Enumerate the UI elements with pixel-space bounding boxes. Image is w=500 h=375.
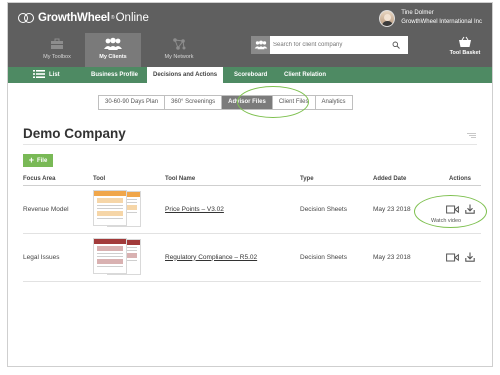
- tool-basket-label: Tool Basket: [449, 50, 481, 56]
- subnav-list[interactable]: List: [33, 67, 60, 83]
- video-camera-icon[interactable]: [445, 253, 459, 262]
- nav-my-network[interactable]: My Network: [151, 33, 207, 67]
- brand-name: GrowthWheel: [38, 12, 110, 24]
- tab-client-files[interactable]: Client Files: [273, 96, 316, 109]
- tab-360-screenings[interactable]: 360° Screenings: [165, 96, 223, 109]
- nav-my-clients[interactable]: My Clients: [85, 33, 141, 67]
- tab-30-60-90-days-plan[interactable]: 30-60-90 Days Plan: [99, 96, 166, 109]
- app-logo[interactable]: GrowthWheel ® Online: [18, 10, 149, 26]
- added-date-cell: May 23 2018: [373, 185, 439, 234]
- video-camera-icon[interactable]: [445, 205, 459, 214]
- tool-name-link[interactable]: Price Points – V3.02: [165, 206, 224, 213]
- nav-my-network-label: My Network: [164, 54, 194, 60]
- nav-my-toolbox[interactable]: My Toolbox: [29, 33, 85, 67]
- clients-icon: [104, 37, 122, 50]
- tool-thumbnail-cell: [93, 233, 165, 282]
- tool-thumbnail[interactable]: [93, 238, 143, 276]
- tool-name-link[interactable]: Regulatory Compliance – R5.02: [165, 254, 257, 261]
- download-icon[interactable]: [464, 204, 475, 214]
- column-header-type[interactable]: Type: [300, 173, 373, 186]
- type-cell: Decision Sheets: [300, 233, 373, 282]
- app-window: GrowthWheel ® Online Tine Dolmer GrowthWhe…: [7, 2, 493, 367]
- lines-icon: [467, 133, 476, 138]
- client-subnav: List Business Profile Decisions and Acti…: [8, 67, 492, 83]
- added-date-cell: May 23 2018: [373, 233, 439, 282]
- top-header: GrowthWheel ® Online Tine Dolmer GrowthWhe…: [8, 3, 492, 67]
- basket-icon: [459, 36, 471, 47]
- table-row: Revenue Model Price Points – V3.02 Decis…: [23, 185, 481, 234]
- title-divider: [23, 144, 477, 145]
- avatar[interactable]: [379, 9, 396, 27]
- files-table: Focus Area Tool Tool Name Type Added Dat…: [23, 173, 481, 282]
- nav-my-clients-label: My Clients: [99, 54, 127, 60]
- download-icon[interactable]: [464, 252, 475, 262]
- add-file-button[interactable]: + File: [23, 154, 53, 167]
- list-icon: [33, 70, 45, 79]
- search-icon[interactable]: [388, 37, 404, 53]
- user-name: Tine Dolmer: [401, 10, 434, 16]
- nav-my-toolbox-label: My Toolbox: [43, 54, 71, 60]
- row-actions: [439, 252, 481, 262]
- subnav-decisions-and-actions[interactable]: Decisions and Actions: [147, 67, 224, 83]
- type-cell: Decision Sheets: [300, 185, 373, 234]
- user-company: GrowthWheel International Inc: [401, 19, 482, 25]
- column-header-tool-name[interactable]: Tool Name: [165, 173, 300, 186]
- user-menu[interactable]: Tine Dolmer GrowthWheel International In…: [379, 9, 482, 27]
- search-input[interactable]: [270, 37, 388, 53]
- company-title: Demo Company: [23, 126, 126, 141]
- table-header-row: Focus Area Tool Tool Name Type Added Dat…: [23, 173, 481, 186]
- column-header-actions: Actions: [439, 173, 481, 186]
- add-file-label: File: [36, 157, 48, 164]
- table-row: Legal Issues Regulatory Compliance – R5.…: [23, 233, 481, 282]
- clients-icon: [251, 36, 270, 54]
- subnav-list-label: List: [49, 72, 60, 78]
- tool-thumbnail[interactable]: [93, 190, 143, 228]
- view-tabs: 30-60-90 Days Plan 360° Screenings Advis…: [98, 95, 353, 110]
- row-actions: [439, 204, 481, 214]
- watch-video-tooltip: Watch video: [431, 218, 462, 224]
- plus-icon: +: [28, 155, 34, 165]
- brand-registered-mark: ®: [110, 15, 115, 21]
- tab-analytics[interactable]: Analytics: [316, 96, 352, 109]
- column-header-added-date[interactable]: Added Date: [373, 173, 439, 186]
- column-header-tool[interactable]: Tool: [93, 173, 165, 186]
- tool-thumbnail-cell: [93, 185, 165, 234]
- focus-area-cell: Revenue Model: [23, 185, 93, 234]
- subnav-client-relation[interactable]: Client Relation: [284, 67, 326, 83]
- column-header-focus-area[interactable]: Focus Area: [23, 173, 93, 186]
- logo-icon: [18, 11, 35, 25]
- focus-area-cell: Legal Issues: [23, 233, 93, 282]
- toolbox-icon: [51, 38, 63, 49]
- tool-basket-button[interactable]: Tool Basket: [444, 36, 486, 56]
- subnav-business-profile[interactable]: Business Profile: [91, 67, 138, 83]
- client-search: [251, 36, 408, 54]
- brand-suffix: Online: [115, 12, 149, 24]
- tab-advisor-files[interactable]: Advisor Files: [222, 96, 273, 109]
- subnav-scoreboard[interactable]: Scoreboard: [234, 67, 267, 83]
- network-icon: [173, 38, 186, 50]
